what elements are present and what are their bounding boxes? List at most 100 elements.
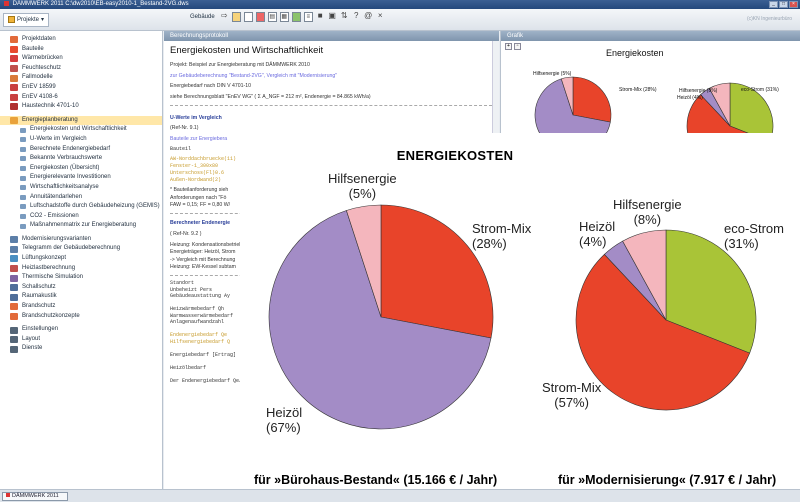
help-icon[interactable]: ? xyxy=(352,12,361,22)
module-icon xyxy=(10,303,18,311)
tree-item[interactable]: Bekannte Verbrauchswerte xyxy=(0,154,162,164)
module-icon xyxy=(10,345,18,353)
tree-item[interactable]: U-Werte im Vergleich xyxy=(0,135,162,145)
slice-percent: (4%) xyxy=(579,234,607,249)
page-settings-icon[interactable]: ▦ xyxy=(279,12,289,22)
tree-item[interactable]: Telegramm der Gebäudeberechnung xyxy=(0,244,162,254)
tree-item-label: Energieplanberatung xyxy=(22,116,78,123)
tree-item[interactable]: Energierelevante Investitionen xyxy=(0,173,162,183)
demand-line-2: siehe Berechnungsblatt "EnEV WG" ( Σ A_N… xyxy=(170,93,371,100)
save-icon[interactable]: ■ xyxy=(316,12,325,22)
tree-item-label: Schallschutz xyxy=(22,283,56,290)
module-icon xyxy=(10,336,18,344)
tree-item[interactable]: Energieplanberatung xyxy=(0,115,162,126)
tree-item[interactable]: Heizlastberechnung xyxy=(0,264,162,274)
tree-item-label: Wirtschaftlichkeitsanalyse xyxy=(30,183,99,190)
tree-item[interactable]: Maßnahmenmatrix zur Energieberatung xyxy=(0,221,162,231)
tree-item[interactable]: Wirtschaftlichkeitsanalyse xyxy=(0,183,162,193)
save-as-icon[interactable]: ▣ xyxy=(328,12,337,22)
module-icon xyxy=(10,65,18,73)
tree-item-label: Luftschadstoffe durch Gebäudeheizung (GE… xyxy=(30,203,160,210)
project-line: Projekt: Beispiel zur Energieberatung mi… xyxy=(170,62,310,68)
tree-item[interactable]: Thermische Simulation xyxy=(0,273,162,283)
tree-item[interactable]: EnEV 18599 xyxy=(0,83,162,93)
tree-item-label: Bauteile xyxy=(22,45,44,52)
mini-label-heizoel: Heizöl (4%) xyxy=(677,95,703,101)
projects-button[interactable]: Projekte ▾ xyxy=(3,12,49,27)
tree-item[interactable]: Bauteile xyxy=(0,45,162,55)
tree-item-label: Berechnete Endenergiebedarf xyxy=(30,145,111,152)
tree-item-label: Brandschutzkonzepte xyxy=(22,312,80,319)
pdf-icon[interactable] xyxy=(255,12,265,22)
slice-percent: (8%) xyxy=(633,212,662,227)
folder-icon xyxy=(8,16,15,23)
building-line[interactable]: zur Gebäudeberechnung "Bestand-2VG", Ver… xyxy=(170,73,492,80)
minimize-button[interactable]: _ xyxy=(769,1,778,8)
bullet-icon xyxy=(20,223,26,229)
tree-item[interactable]: Wärmebrücken xyxy=(0,54,162,64)
tree-item-label: Projektdaten xyxy=(22,36,56,42)
tree-item-label: Raumakustik xyxy=(22,293,57,300)
tree-item[interactable]: Dienste xyxy=(0,344,162,354)
tree-item[interactable]: Lüftungskonzept xyxy=(0,254,162,264)
slice-percent: (67%) xyxy=(266,420,301,435)
module-icon xyxy=(10,326,18,334)
maximize-button[interactable]: □ xyxy=(779,1,788,8)
close-icon[interactable]: × xyxy=(376,12,385,22)
toolbar-icons: Gebäude ⇨ ▤ ▦ ≡ ■ ▣ ⇅ ? @ × xyxy=(190,12,385,22)
tree-item[interactable]: EnEV 4108-6 xyxy=(0,93,162,103)
taskbar-item[interactable]: DÄMMWERK 2011 xyxy=(2,492,68,501)
slice-percent: (57%) xyxy=(554,395,589,410)
uwerte-ref: (Ref-Nr. 9.1) xyxy=(170,125,199,131)
close-window-button[interactable]: × xyxy=(789,1,798,8)
grafik-panel: Grafik + ▫ Energiekosten Hilfsenergie (5… xyxy=(500,31,800,135)
tree-item[interactable]: Einstellungen xyxy=(0,325,162,335)
tree-item-label: Dienste xyxy=(22,345,43,352)
tree-item[interactable]: Energiekosten (Übersicht) xyxy=(0,164,162,174)
protocol-panel-header: Berechnungsprotokoll xyxy=(164,31,499,41)
export-icon[interactable] xyxy=(291,12,301,22)
database-icon[interactable]: ≡ xyxy=(303,12,313,22)
tree-item[interactable]: Fallmodelle xyxy=(0,73,162,83)
module-icon xyxy=(10,255,18,263)
pie-charts xyxy=(268,204,757,430)
label-hilfsenergie-right: Hilfsenergie (8%) xyxy=(613,197,682,227)
mini-label-strom-mix: Strom-Mix (28%) xyxy=(619,87,657,93)
tree-item[interactable]: Luftschadstoffe durch Gebäudeheizung (GE… xyxy=(0,202,162,212)
bullet-icon xyxy=(20,213,26,219)
print-icon[interactable]: ▤ xyxy=(267,12,277,22)
caption-left: für »Bürohaus-Bestand« (15.166 € / Jahr) xyxy=(254,473,498,487)
label-strom-mix-right: Strom-Mix (57%) xyxy=(542,380,601,410)
bullet-icon xyxy=(20,156,26,162)
tree-item[interactable]: CO2 - Emissionen xyxy=(0,212,162,222)
app-logo-icon xyxy=(4,1,9,6)
tree-item-label: Telegramm der Gebäudeberechnung xyxy=(22,245,121,252)
tree-item-label: Lüftungskonzept xyxy=(22,255,67,262)
tree-item[interactable]: Haustechnik 4701-10 xyxy=(0,102,162,112)
arrow-icon[interactable]: ⇨ xyxy=(220,12,229,22)
slice-label: Strom-Mix xyxy=(472,221,532,236)
slice-label: eco-Strom xyxy=(724,221,784,236)
slice-label: Hilfsenergie xyxy=(613,197,682,212)
at-icon[interactable]: @ xyxy=(364,12,373,22)
protocol-title: Energiekosten und Wirtschaftlichkeit xyxy=(170,45,324,56)
module-icon xyxy=(10,103,18,111)
tree-item[interactable]: Berechnete Endenergiebedarf xyxy=(0,145,162,155)
tree-item[interactable]: Energiekosten und Wirtschaftlichkeit xyxy=(0,125,162,135)
page-icon[interactable] xyxy=(243,12,253,22)
building-button[interactable]: Gebäude xyxy=(190,14,215,20)
tree-item[interactable]: Brandschutzkonzepte xyxy=(0,312,162,322)
tree-item[interactable]: Raumakustik xyxy=(0,292,162,302)
folder-open-icon[interactable] xyxy=(231,12,241,22)
energy-cost-chart: ENERGIEKOSTEN Hilfsenergie (5%) Strom-Mi… xyxy=(240,133,800,502)
tree-item[interactable]: Schallschutz xyxy=(0,283,162,293)
tree-item[interactable]: Layout xyxy=(0,335,162,345)
tree-item[interactable]: Feuchteschutz xyxy=(0,64,162,74)
tree-item[interactable]: Modernisierungsvarianten xyxy=(0,235,162,245)
tree-item[interactable]: Annuitätendarlehen xyxy=(0,193,162,203)
transfer-icon[interactable]: ⇅ xyxy=(340,12,349,22)
tree-item[interactable]: Brandschutz xyxy=(0,302,162,312)
tree-item[interactable]: Projektdaten xyxy=(0,35,162,45)
label-heizoel-right: Heizöl (4%) xyxy=(579,219,615,249)
navigation-tree: Projektdaten Bauteile Wärmebrücken Feuchtes… xyxy=(0,31,163,489)
